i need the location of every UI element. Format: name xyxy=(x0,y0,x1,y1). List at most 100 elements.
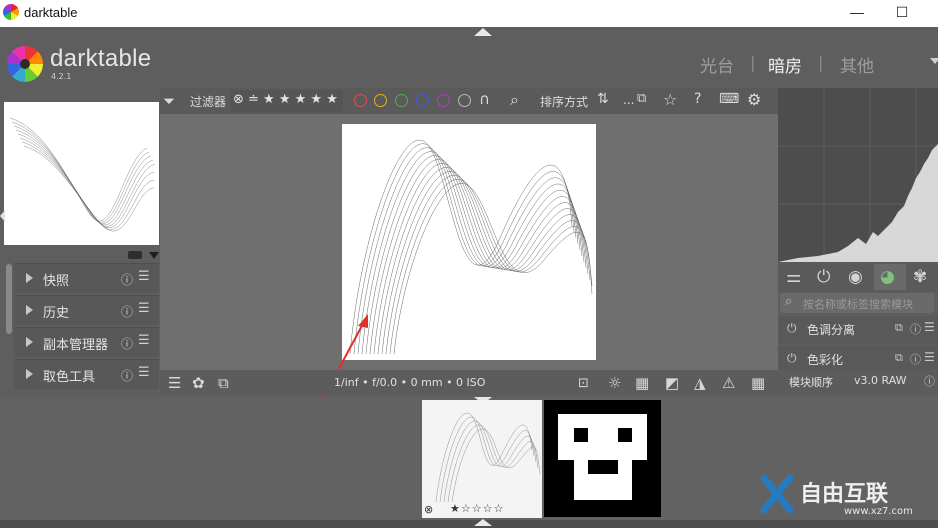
search-icon: ⌕ xyxy=(785,294,793,309)
minimize-button[interactable]: — xyxy=(847,2,867,22)
presets-menu-icon[interactable]: ☰ xyxy=(138,333,150,348)
module-search-input[interactable]: ⌕ 按名称或标签搜索模块 xyxy=(780,293,934,313)
search-icon[interactable]: ⌕ xyxy=(510,90,519,110)
view-separator: | xyxy=(818,53,824,72)
exif-info: 1/inf • f/0.0 • 0 mm • 0 ISO xyxy=(334,376,486,389)
color-label-gray-icon[interactable] xyxy=(458,94,471,107)
filmstrip-thumbnail-image xyxy=(435,412,541,503)
expand-icon xyxy=(26,305,33,315)
module-color-picker[interactable]: 取色工具 ⓘ ☰ xyxy=(14,359,159,389)
grouping-icon[interactable]: ⧉ xyxy=(637,91,646,106)
reject-icon[interactable]: ⊗ xyxy=(424,503,433,516)
color-label-red-icon[interactable] xyxy=(354,94,367,107)
reset-icon[interactable]: ⓘ xyxy=(121,367,133,384)
main-image-lines xyxy=(349,139,593,355)
tab-active-modules-icon[interactable]: ⏻ xyxy=(817,267,830,287)
color-assessment-icon[interactable]: ☼ xyxy=(608,374,621,392)
info-icon[interactable]: ⓘ xyxy=(924,373,935,389)
view-dropdown-icon[interactable] xyxy=(930,58,938,64)
softproof-icon[interactable]: ◮ xyxy=(694,374,706,392)
rating-filter[interactable]: ⊗ ≐ ★ ★ ★ ★ ★ xyxy=(230,90,343,112)
color-label-purple-icon[interactable] xyxy=(437,94,450,107)
maximize-button[interactable]: ☐ xyxy=(892,2,912,22)
color-logic-icon[interactable]: ∩ xyxy=(479,90,490,108)
navigation-preview[interactable] xyxy=(4,102,159,245)
reset-icon[interactable]: ⓘ xyxy=(910,351,921,367)
presets-menu-icon[interactable]: ☰ xyxy=(138,269,150,284)
styles-icon[interactable]: ✿ xyxy=(192,374,205,392)
module-order-bar[interactable]: 模块顺序 v3.0 RAW ⓘ xyxy=(778,370,938,394)
left-panel-toggle-icon[interactable] xyxy=(0,210,5,222)
filmstrip-thumbnail[interactable] xyxy=(544,400,661,517)
presets-menu-icon[interactable]: ☰ xyxy=(138,301,150,316)
module-split-toning[interactable]: ⏻ 色调分离 ⧉ ⓘ ☰ xyxy=(778,316,938,344)
color-label-green-icon[interactable] xyxy=(395,94,408,107)
main-image[interactable] xyxy=(342,124,596,360)
expand-icon xyxy=(26,273,33,283)
reset-icon[interactable]: ⓘ xyxy=(121,335,133,352)
power-icon[interactable]: ⏻ xyxy=(787,321,797,336)
bottom-panel-toggle-icon[interactable] xyxy=(474,519,492,526)
watermark: 自由互联 www.xz7.com xyxy=(750,470,930,524)
top-panel-toggle-icon[interactable] xyxy=(474,28,492,36)
tab-base-icon[interactable]: ◉ xyxy=(848,267,863,287)
module-label: 色调分离 xyxy=(807,323,856,337)
second-window-icon[interactable]: ⧉ xyxy=(218,374,229,392)
presets-menu-icon[interactable]: ☰ xyxy=(924,320,935,334)
sort-label[interactable]: 排序方式 xyxy=(540,93,588,110)
module-search-placeholder: 按名称或标签搜索模块 xyxy=(803,298,913,311)
color-label-blue-icon[interactable] xyxy=(416,94,429,107)
watermark-url: www.xz7.com xyxy=(844,506,913,517)
module-snapshots[interactable]: 快照 ⓘ ☰ xyxy=(14,263,159,293)
navigation-preview-image xyxy=(9,117,156,232)
tab-color-icon[interactable]: ◕ xyxy=(880,267,895,287)
gear-icon[interactable]: ⚙ xyxy=(747,90,761,109)
filter-label[interactable]: 过滤器 xyxy=(190,93,226,110)
module-label: 快照 xyxy=(43,274,70,289)
multi-instance-icon[interactable]: ⧉ xyxy=(895,351,903,365)
module-label: 取色工具 xyxy=(43,370,96,385)
multi-instance-icon[interactable]: ⧉ xyxy=(895,321,903,335)
help-icon[interactable]: ? xyxy=(694,91,701,107)
module-history[interactable]: 历史 ⓘ ☰ xyxy=(14,295,159,325)
gamut-check-icon[interactable]: ⚠ xyxy=(722,374,735,392)
reset-icon[interactable]: ⓘ xyxy=(910,321,921,337)
view-separator: | xyxy=(750,53,756,72)
chevron-down-icon[interactable] xyxy=(149,252,159,259)
thumbnail-rating[interactable]: ★☆☆☆☆ xyxy=(450,502,504,515)
star-icon[interactable]: ☆ xyxy=(663,90,677,109)
color-label-yellow-icon[interactable] xyxy=(374,94,387,107)
quick-access-menu-icon[interactable]: ☰ xyxy=(168,374,181,392)
presets-menu-icon[interactable]: ☰ xyxy=(138,365,150,380)
module-duplicate-manager[interactable]: 副本管理器 ⓘ ☰ xyxy=(14,327,159,357)
rating-filter-text: ⊗ ≐ ★ ★ ★ ★ ★ xyxy=(233,92,338,107)
histogram[interactable] xyxy=(778,88,938,262)
sort-order-icon[interactable]: ⇅ xyxy=(597,91,609,107)
window-titlebar: darktable — ☐ xyxy=(0,0,938,27)
guides-icon[interactable]: ▦ xyxy=(751,374,765,392)
more-ellipsis[interactable]: ... xyxy=(623,93,634,107)
focus-peaking-icon[interactable]: ⊡ xyxy=(578,376,589,391)
zoom-selector[interactable] xyxy=(128,251,142,259)
expand-icon xyxy=(26,337,33,347)
tab-quick-access-icon[interactable]: ⚌ xyxy=(786,267,801,287)
module-label: 副本管理器 xyxy=(43,338,109,353)
filmstrip-thumbnail-selected[interactable]: ⊗ ★☆☆☆☆ xyxy=(422,400,542,518)
module-order-value: v3.0 RAW xyxy=(854,374,907,387)
raw-overexposed-icon[interactable]: ▦ xyxy=(635,374,649,392)
view-darkroom[interactable]: 暗房 xyxy=(768,52,802,77)
app-icon xyxy=(3,4,19,20)
presets-menu-icon[interactable]: ☰ xyxy=(924,350,935,364)
reset-icon[interactable]: ⓘ xyxy=(121,303,133,320)
view-other[interactable]: 其他 xyxy=(840,52,874,77)
tab-effects-icon[interactable]: ✾ xyxy=(913,267,927,287)
histogram-graph xyxy=(778,88,938,262)
keyboard-icon[interactable]: ⌨ xyxy=(719,91,739,107)
left-panel-scrollbar[interactable] xyxy=(6,264,12,334)
view-lighttable[interactable]: 光台 xyxy=(700,52,734,77)
module-colorize[interactable]: ⏻ 色彩化 ⧉ ⓘ ☰ xyxy=(778,346,938,370)
filter-funnel-icon[interactable]: ⏷ xyxy=(163,92,175,110)
clipping-icon[interactable]: ◩ xyxy=(665,374,679,392)
reset-icon[interactable]: ⓘ xyxy=(121,271,133,288)
power-icon[interactable]: ⏻ xyxy=(787,351,797,366)
